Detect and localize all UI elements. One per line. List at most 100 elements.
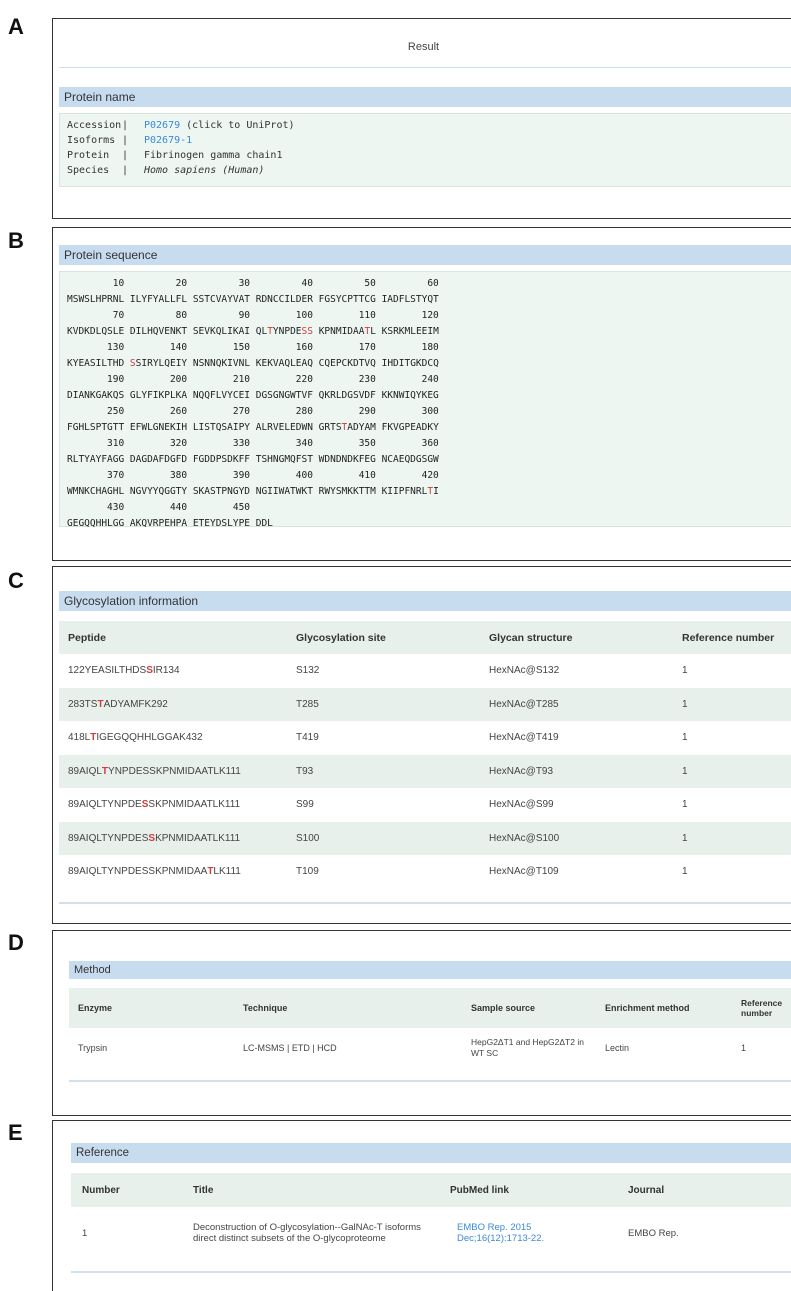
glycan-cell: HexNAc@T419 — [489, 732, 559, 744]
sequence-residue-row: WMNKCHAGHL NGVYYQGGTY SKASTPNGYD NGIIWAT… — [67, 486, 439, 497]
ref-cell: 1 — [682, 832, 688, 844]
result-title: Result — [407, 41, 440, 53]
accession-link[interactable]: P02679 — [144, 120, 180, 131]
table-bottom-rule — [59, 902, 791, 904]
ref-cell: 1 — [682, 732, 688, 744]
glycosite-residue: SS — [301, 326, 313, 337]
col-peptide: Peptide — [59, 621, 287, 654]
protein-row: Protein | Fibrinogen gamma chain1 — [67, 150, 283, 161]
panel-label-c: C — [8, 568, 24, 593]
panel-protein-sequence: Protein sequence 10 20 30 40 50 60 MSWSLH… — [52, 227, 791, 561]
panel-reference: Reference Number Title PubMed link Journ… — [52, 1120, 791, 1291]
method-table: Enzyme Technique Sample source Enrichmen… — [69, 988, 791, 1068]
panel-label-b: B — [8, 228, 24, 253]
species-row: Species | Homo sapiens (Human) — [67, 165, 265, 176]
col-technique: Technique — [234, 988, 462, 1028]
isoforms-row: Isoforms | P02679-1 — [67, 135, 193, 146]
glycan-cell: HexNAc@S99 — [489, 799, 554, 811]
protein-info-box: Accession| P02679 (click to UniProt) Isof… — [59, 113, 791, 187]
glycan-cell: HexNAc@T285 — [489, 698, 559, 710]
sequence-residue-row: FGHLSPTGTT EFWLGNEKIH LISTQSAIPY ALRVELE… — [67, 422, 439, 433]
peptide-cell: 122YEASILTHDSSIR134 — [68, 665, 180, 677]
site-cell: T285 — [296, 698, 319, 710]
sequence-residue-row: KVDKDLQSLE DILHQVENKT SEVKQLIKAI QLTYNPD… — [67, 326, 439, 337]
table-bottom-rule — [69, 1080, 791, 1082]
col-enrichment: Enrichment method — [596, 988, 732, 1028]
site-cell: S132 — [296, 665, 320, 677]
sequence-position-row: 70 80 90 100 110 120 — [67, 310, 439, 321]
glycan-cell: HexNAc@T93 — [489, 765, 554, 777]
isoform-link[interactable]: P02679-1 — [144, 135, 192, 146]
sequence-position-row: 130 140 150 160 170 180 — [67, 342, 439, 353]
ref-cell: 1 — [682, 698, 688, 710]
peptide-cell: 89AIQLTYNPDESSKPNMIDAATLK111 — [68, 765, 241, 777]
glycosite-residue: S — [146, 665, 153, 677]
col-number: Number — [71, 1173, 184, 1207]
sequence-position-row: 310 320 330 340 350 360 — [67, 438, 439, 449]
table-row: 89AIQLTYNPDESSKPNMIDAATLK111 S99 HexNAc@S9… — [59, 788, 791, 822]
glycosylation-table: Peptide Glycosylation site Glycan struct… — [59, 621, 791, 889]
glycan-cell: HexNAc@S132 — [489, 665, 560, 677]
ref-cell: 1 — [682, 799, 688, 811]
sequence-residue-row: DIANKGAKQS GLYFIKPLKA NQQFLVYCEI DGSGNGW… — [67, 390, 439, 401]
sequence-position-row: 430 440 450 — [67, 502, 251, 513]
panel-method: Method Enzyme Technique Sample source En… — [52, 930, 791, 1116]
accession-row: Accession| P02679 (click to UniProt) — [67, 120, 295, 131]
col-site: Glycosylation site — [287, 621, 480, 654]
col-glycan: Glycan structure — [480, 621, 673, 654]
table-row: 122YEASILTHDSSIR134 S132 HexNAc@S132 1 — [59, 654, 791, 688]
table-row: 89AIQLTYNPDESSKPNMIDAATLK111 T93 HexNAc@T9… — [59, 754, 791, 788]
col-title: Title — [184, 1173, 441, 1207]
sequence-residue-row: MSWSLHPRNL ILYFYALLFL SSTCVAYVAT RDNCCIL… — [67, 294, 439, 305]
panel-label-d: D — [8, 930, 24, 955]
sequence-residue-row: RLTYAYFAGG DAGDAFDGFD FGDDPSDKFF TSHNGMQ… — [67, 454, 439, 465]
panel-label-e: E — [8, 1120, 23, 1145]
section-header-protein-sequence: Protein sequence — [59, 245, 791, 265]
section-header-protein-name: Protein name — [59, 87, 791, 107]
table-bottom-rule — [71, 1271, 791, 1273]
col-enzyme: Enzyme — [69, 988, 234, 1028]
peptide-cell: 418LTIGEGQQHHLGGAK432 — [68, 732, 203, 744]
section-header-reference: Reference — [71, 1143, 791, 1163]
glycan-cell: HexNAc@T109 — [489, 866, 559, 878]
section-header-method: Method — [69, 961, 791, 979]
sequence-position-row: 190 200 210 220 230 240 — [67, 374, 439, 385]
peptide-cell: 89AIQLTYNPDESSKPNMIDAATLK111 — [68, 799, 241, 811]
sequence-residue-row: GEGQQHHLGG AKQVRPEHPA ETEYDSLYPE DDL — [67, 518, 273, 529]
table-row: Trypsin LC-MSMS | ETD | HCD HepG2ΔT1 and… — [78, 1037, 747, 1058]
peptide-cell: 283TSTADYAMFK292 — [68, 698, 168, 710]
site-cell: S99 — [296, 799, 314, 811]
pubmed-link[interactable]: EMBO Rep. 2015 Dec;16(12):1713-22. — [441, 1207, 619, 1259]
table-row: 283TSTADYAMFK292 T285 HexNAc@T285 1 — [59, 687, 791, 721]
sequence-box: 10 20 30 40 50 60 MSWSLHPRNL ILYFYALLFL S… — [59, 271, 791, 529]
col-sample: Sample source — [462, 988, 596, 1028]
sequence-position-row: 10 20 30 40 50 60 — [67, 278, 439, 289]
peptide-cell: 89AIQLTYNPDESSKPNMIDAATLK111 — [68, 866, 241, 878]
table-row: 89AIQLTYNPDESSKPNMIDAATLK111 S100 HexNAc@S… — [59, 821, 791, 855]
table-row: 418LTIGEGQQHHLGGAK432 T419 HexNAc@T419 1 — [59, 721, 791, 755]
sequence-residue-row: KYEASILTHD SSIRYLQEIY NSNNQKIVNL KEKVAQL… — [67, 358, 439, 369]
site-cell: T109 — [296, 866, 319, 878]
ref-cell: 1 — [682, 765, 688, 777]
peptide-cell: 89AIQLTYNPDESSKPNMIDAATLK111 — [68, 832, 241, 844]
site-cell: T93 — [296, 765, 314, 777]
col-ref: Reference number — [673, 621, 791, 654]
col-journal: Journal — [619, 1173, 791, 1207]
sequence-position-row: 250 260 270 280 290 300 — [67, 406, 439, 417]
divider — [59, 67, 791, 68]
table-row: 89AIQLTYNPDESSKPNMIDAATLK111 T109 HexNAc@T… — [59, 855, 791, 889]
sequence-position-row: 370 380 390 400 410 420 — [67, 470, 439, 481]
ref-cell: 1 — [682, 866, 688, 878]
col-pubmed: PubMed link — [441, 1173, 619, 1207]
section-header-glycosylation: Glycosylation information — [59, 591, 791, 611]
site-cell: T419 — [296, 732, 319, 744]
site-cell: S100 — [296, 832, 320, 844]
panel-label-a: A — [8, 14, 24, 39]
table-row: 1 Deconstruction of O-glycosylation--Gal… — [71, 1207, 791, 1259]
panel-glycosylation: Glycosylation information Peptide Glycos… — [52, 566, 791, 924]
ref-cell: 1 — [682, 665, 688, 677]
panel-protein-name: Result Protein name Accession| P02679 (cl… — [52, 18, 791, 219]
glycan-cell: HexNAc@S100 — [489, 832, 560, 844]
col-ref-number: Reference number — [732, 988, 791, 1028]
reference-table: Number Title PubMed link Journal 1 Decon… — [71, 1173, 791, 1259]
